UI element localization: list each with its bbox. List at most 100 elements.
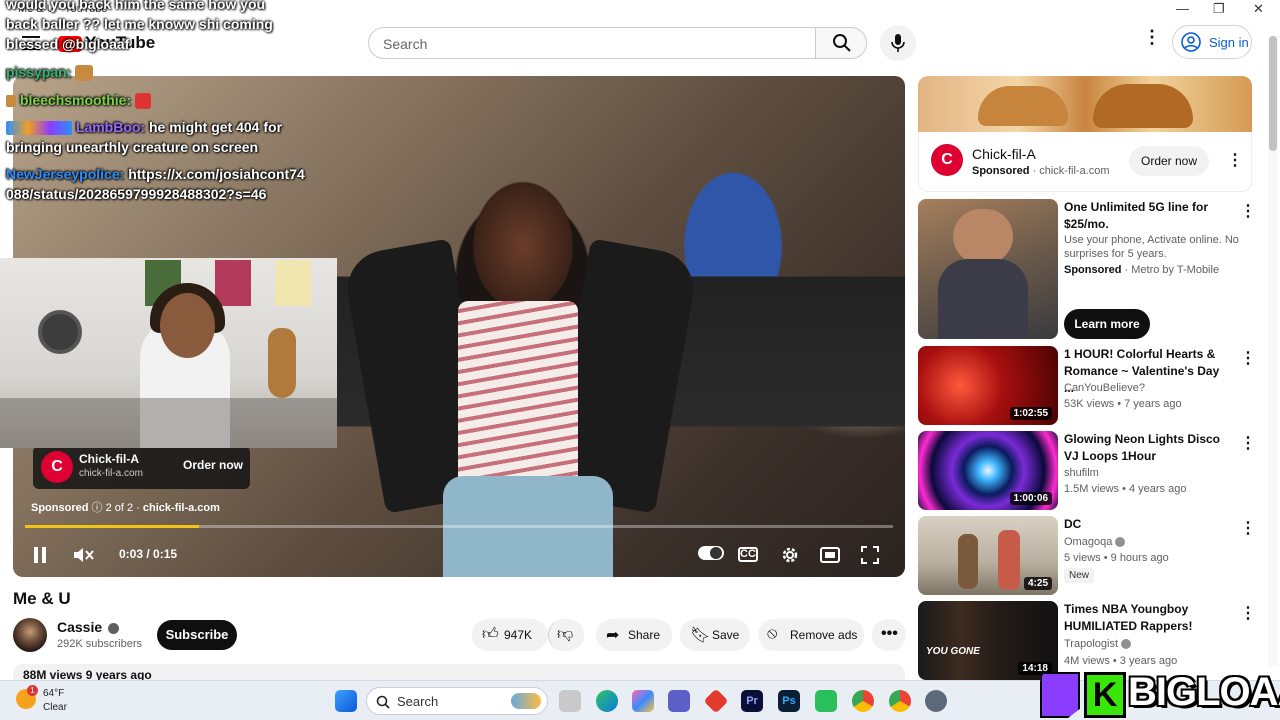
chrome-icon[interactable] [852,690,874,712]
video-thumbnail[interactable]: 1:00:06 [918,431,1058,510]
pause-button[interactable] [27,542,53,568]
chat-message: bleechsmoothie: [6,90,152,110]
separator-dot: · [136,502,143,514]
sponsored-label: Sponsored [31,502,89,514]
minimize-button[interactable]: — [1176,1,1189,16]
captions-icon: CC [738,547,758,562]
search-button[interactable] [815,27,867,59]
captions-button[interactable]: CC [738,542,764,568]
thumbnail-caption: YOU GONE [926,646,980,657]
copilot-icon[interactable] [632,690,654,712]
video-thumbnail[interactable]: 4:25 [918,516,1058,595]
recommendation-item[interactable]: 1:02:55 1 HOUR! Colorful Hearts & Romanc… [918,346,1258,426]
microphone-icon [891,34,905,52]
settings-kebab-icon[interactable]: ⋮ [1143,28,1161,46]
thumbs-up-icon: 👍︎ [482,626,499,643]
fan-image [38,310,82,354]
info-icon[interactable]: ⓘ [92,502,106,514]
chat-message-text: blessed @bigloaaf [6,36,130,52]
channel-name-text: Cassie [57,619,103,635]
page-scrollbar[interactable] [1268,36,1278,666]
sidebar-ad-sponsored: Sponsored · chick-fil-a.com [972,165,1110,177]
chat-message: would you back him the same how you back… [6,0,296,34]
sidebar-ad-brand: Chick-fil-A [972,146,1036,162]
subscriber-count: 292K subscribers [57,638,142,650]
share-button[interactable]: ➦ Share [596,619,672,651]
like-count: 947K [504,628,533,642]
recommendation-item[interactable]: 4:25 DC Omagoqa 5 views • 9 hours ago Ne… [918,516,1258,596]
learn-more-button[interactable]: Learn more [1064,309,1150,339]
recommendation-channel: Omagoqa [1064,536,1126,548]
taskbar-search[interactable]: Search [366,687,548,715]
recommendation-title[interactable]: One Unlimited 5G line for $25/mo. [1064,199,1232,233]
video-thumbnail[interactable]: YOU GONE 14:18 [918,601,1058,680]
emote-icon [75,65,94,82]
obs-icon[interactable] [925,690,947,712]
ad-brand-name: Chick-fil-A [79,452,139,466]
app-icon[interactable] [703,688,729,714]
save-label: Save [712,628,740,642]
thumbnail-figure [938,259,1028,339]
photoshop-icon[interactable]: Ps [778,690,800,712]
time-current: 0:03 [119,547,144,561]
desk-shadow [0,398,337,448]
save-button[interactable]: 🔖︎ Save [680,619,750,651]
more-vert-icon[interactable]: ⋮ [1227,150,1243,170]
close-button[interactable]: ✕ [1253,1,1264,17]
mute-button[interactable] [71,542,97,568]
volume-muted-icon [74,548,94,562]
sidebar-ad-card[interactable]: C Chick-fil-A Sponsored · chick-fil-a.co… [918,132,1252,192]
more-vert-icon[interactable]: ⋮ [1240,518,1256,538]
signin-button[interactable]: Sign in [1172,25,1252,59]
task-view-icon[interactable] [559,690,581,712]
video-thumbnail[interactable] [918,199,1058,339]
recommendation-channel: CanYouBelieve? [1064,382,1145,394]
chick-fil-a-logo-icon: C [41,451,73,483]
voice-search-button[interactable] [880,25,916,61]
recommendation-item[interactable]: 1:00:06 Glowing Neon Lights Disco VJ Loo… [918,431,1258,511]
more-vert-icon[interactable]: ⋮ [1240,201,1256,221]
weather-temp: 64°F [43,688,65,699]
like-button[interactable]: 👍︎ 947K [472,619,548,651]
teams-icon[interactable] [668,690,690,712]
chrome-icon[interactable] [889,690,911,712]
verified-icon [108,622,120,634]
settings-button[interactable] [777,542,803,568]
fullscreen-button[interactable] [857,542,883,568]
recommendation-title[interactable]: DC [1064,516,1232,533]
player-ad-card[interactable]: C Chick-fil-A chick-fil-a.com Order now [33,446,250,489]
start-button-icon[interactable] [335,690,357,712]
more-vert-icon[interactable]: ⋮ [1240,433,1256,453]
premiere-pro-icon[interactable]: Pr [741,690,763,712]
subscribe-button[interactable]: Subscribe [157,620,237,650]
scrollbar-thumb[interactable] [1269,36,1277,151]
search-input[interactable]: Search [368,27,816,59]
order-now-button[interactable]: Order now [183,458,243,472]
more-vert-icon[interactable]: ⋮ [1240,348,1256,368]
channel-name[interactable]: Cassie [57,619,120,635]
sidebar-ad-banner[interactable] [918,76,1252,132]
recommendation-item[interactable]: One Unlimited 5G line for $25/mo. Use yo… [918,199,1258,339]
recommendation-title[interactable]: Glowing Neon Lights Disco VJ Loops 1Hour [1064,431,1232,465]
sponsored-label: Sponsored [1064,264,1122,276]
chick-fil-a-logo-icon: C [931,144,963,176]
more-vert-icon[interactable]: ⋮ [1240,603,1256,623]
app-icon[interactable] [815,690,837,712]
autoplay-toggle[interactable] [698,546,724,560]
time-total: 0:15 [153,547,178,561]
video-thumbnail[interactable]: 1:02:55 [918,346,1058,425]
edge-browser-icon[interactable] [596,690,618,712]
remove-ads-button[interactable]: ⦸ Remove ads [758,619,864,651]
channel-avatar[interactable] [13,618,47,652]
progress-bar[interactable] [25,525,893,528]
ad-domain: chick-fil-a.com [79,468,143,479]
recommendation-title[interactable]: Times NBA Youngboy HUMILIATED Rappers! [1064,601,1232,635]
channel-name-text: Trapologist [1064,638,1119,650]
maximize-button[interactable]: ❐ [1213,1,1225,17]
sidebar-order-now-button[interactable]: Order now [1129,146,1209,176]
more-actions-button[interactable]: ••• [872,619,906,651]
streamer-head [160,293,215,358]
theater-mode-button[interactable] [817,542,843,568]
dislike-button[interactable]: 👎︎ [548,619,584,651]
bookmark-icon: 🔖︎ [690,627,711,644]
